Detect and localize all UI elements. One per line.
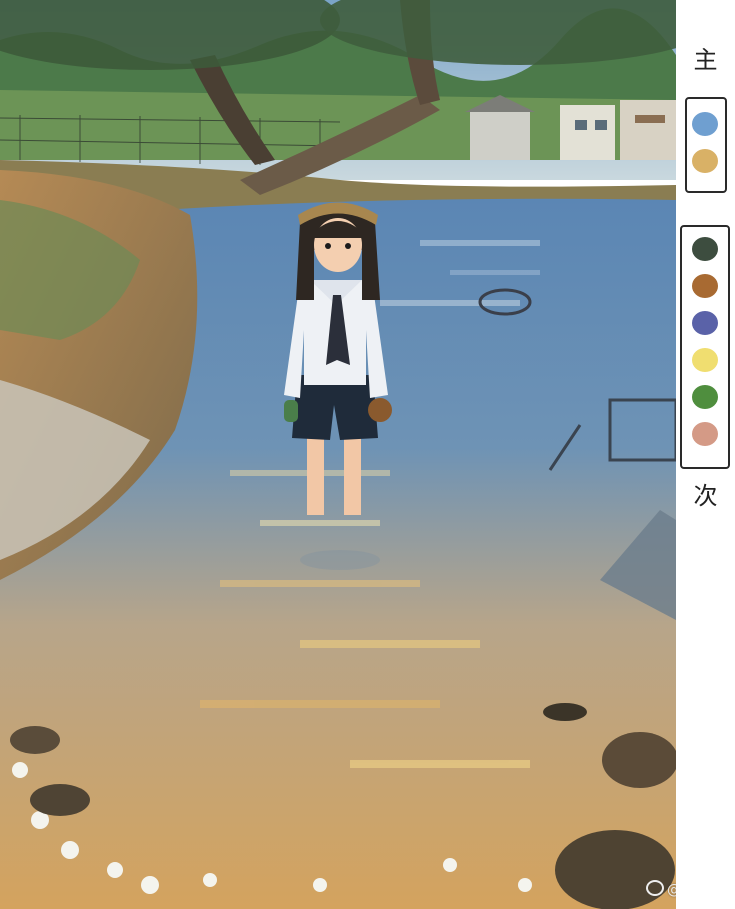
secondary-colors-label: 次 — [693, 482, 718, 510]
secondary-color-swatch — [692, 422, 718, 446]
secondary-color-swatch — [692, 385, 718, 409]
watermark-text: @akziqi — [667, 882, 676, 898]
secondary-color-swatch — [692, 237, 718, 261]
main-color-swatch — [692, 149, 718, 173]
secondary-color-swatch — [692, 348, 718, 372]
main-color-swatch — [692, 112, 718, 136]
weibo-icon — [646, 880, 664, 896]
secondary-color-swatch — [692, 311, 718, 335]
secondary-color-swatch — [692, 274, 718, 298]
watermark: @akziqi — [646, 880, 676, 898]
painting-canvas: @akziqi — [0, 0, 676, 909]
main-colors-label: 主 — [693, 46, 718, 74]
painting — [0, 0, 676, 909]
color-palette-panel: 主 次 — [676, 0, 735, 909]
